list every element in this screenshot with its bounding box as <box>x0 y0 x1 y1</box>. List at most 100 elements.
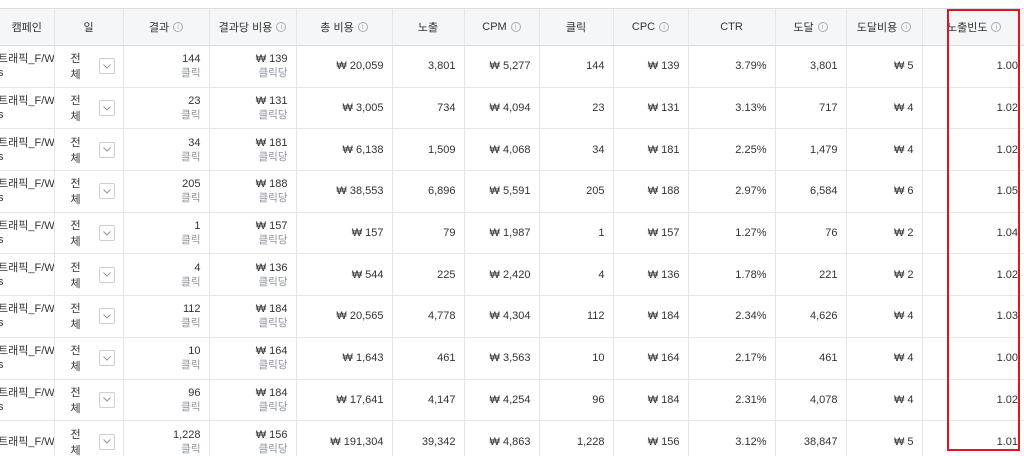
column-header-results[interactable]: 결과 i <box>122 8 209 46</box>
total-cost-value: ₩ 17,641 <box>336 393 384 406</box>
day-select[interactable]: 전체 <box>71 426 115 456</box>
chevron-down-icon[interactable] <box>99 58 115 75</box>
campaign-name[interactable]: 트래픽_F/W s <box>0 177 54 205</box>
campaign-cell[interactable]: 트래픽_F/W s <box>0 170 54 213</box>
column-header-reach[interactable]: 도달 i <box>774 8 846 46</box>
campaign-cell[interactable]: 트래픽_F/W s <box>0 87 54 130</box>
campaign-name[interactable]: 트래픽_F/W s <box>0 94 54 122</box>
cpm-value: ₩ 5,277 <box>489 60 531 73</box>
chevron-down-icon[interactable] <box>99 266 115 283</box>
table-row[interactable]: 트래픽_F/W s 전체 205 클릭 ₩ 188 클릭당 ₩ 38,553 6,896 ₩ 5,… <box>0 170 1024 213</box>
table-header: 캠페인 일 결과 i 결과당 비용 i 총 비용 i 노출 CPM i 클릭 CPC i CTR 도달 i 도달비… <box>0 8 1024 46</box>
chevron-down-icon[interactable] <box>99 391 115 408</box>
table-row[interactable]: 트래픽_F/W s 전체 10 클릭 ₩ 164 클릭당 ₩ 1,643 461 ₩ 3,563 1… <box>0 337 1024 380</box>
chevron-down-icon[interactable] <box>99 350 115 367</box>
campaign-name[interactable]: 트래픽_F/W s <box>0 219 54 247</box>
day-select[interactable]: 전체 <box>71 342 115 374</box>
column-header-label: 일 <box>83 22 94 34</box>
campaign-cell[interactable]: 트래픽_F/W s <box>0 379 54 422</box>
cost-per-result-cell: ₩ 131 클릭당 <box>208 87 296 130</box>
campaign-name[interactable]: 트래픽_F/W s <box>0 52 54 80</box>
table-row[interactable]: 트래픽_F/W s 전체 4 클릭 ₩ 136 클릭당 ₩ 544 225 ₩ 2,420 4 ₩ 1… <box>0 253 1024 297</box>
results-cell: 112 클릭 <box>122 295 209 338</box>
ctr-cell: 3.13% <box>687 87 775 130</box>
campaign-name[interactable]: 트래픽_F/W s <box>0 302 54 330</box>
column-header-label: 결과당 비용 <box>218 22 273 34</box>
campaign-cell[interactable]: 트래픽_F/W s <box>0 128 54 172</box>
column-header-day[interactable]: 일 <box>53 8 123 46</box>
campaign-name[interactable]: 트래픽_F/W s <box>0 136 54 164</box>
campaign-name[interactable]: 트래픽_F/W s <box>0 344 54 372</box>
frequency-cell: 1.02 <box>921 128 1024 172</box>
column-header-label: 결과 <box>148 22 170 34</box>
column-header-clicks[interactable]: 클릭 <box>538 8 613 46</box>
info-icon[interactable]: i <box>901 22 912 32</box>
column-header-impressions[interactable]: 노출 <box>391 8 464 46</box>
day-select[interactable]: 전체 <box>71 384 115 416</box>
results-unit: 클릭 <box>181 359 201 372</box>
campaign-cell[interactable]: 트래픽_F/W s <box>0 337 54 380</box>
column-header-campaign[interactable]: 캠페인 <box>0 8 54 46</box>
day-select[interactable]: 전체 <box>71 175 115 207</box>
day-select-value: 전체 <box>70 428 81 456</box>
campaign-name[interactable]: 트래픽_F/W s <box>0 261 54 289</box>
cost-per-result-value: ₩ 136 <box>255 261 288 274</box>
table-row[interactable]: 트래픽_F/W s 전체 34 클릭 ₩ 181 클릭당 ₩ 6,138 1,509 ₩ 4,06… <box>0 128 1024 172</box>
info-icon[interactable]: i <box>659 22 670 32</box>
info-icon[interactable]: i <box>991 22 1002 32</box>
cpc-value: ₩ 184 <box>647 393 680 406</box>
column-header-ctr[interactable]: CTR <box>687 8 775 46</box>
day-select[interactable]: 전체 <box>71 259 115 291</box>
info-icon[interactable]: i <box>510 22 521 32</box>
chevron-down-icon[interactable] <box>99 308 115 325</box>
day-cell: 전체 <box>53 128 123 172</box>
table-row[interactable]: 트래픽_F/W 전체 1,228 클릭 ₩ 156 클릭당 ₩ 191,304 39,342 ₩… <box>0 420 1024 456</box>
table-row[interactable]: 트래픽_F/W s 전체 1 클릭 ₩ 157 클릭당 ₩ 157 79 ₩ 1,987 1 ₩ 15… <box>0 212 1024 255</box>
chevron-down-icon[interactable] <box>99 100 115 117</box>
cpc-value: ₩ 136 <box>647 268 680 281</box>
day-select[interactable]: 전체 <box>71 217 115 249</box>
table-row[interactable]: 트래픽_F/W s 전체 96 클릭 ₩ 184 클릭당 ₩ 17,641 4,147 ₩ 4,2… <box>0 379 1024 422</box>
campaign-name-text: 트래픽_F/W <box>0 53 54 66</box>
campaign-cell[interactable]: 트래픽_F/W s <box>0 253 54 297</box>
chevron-down-icon[interactable] <box>99 183 115 200</box>
table-row[interactable]: 트래픽_F/W s 전체 144 클릭 ₩ 139 클릭당 ₩ 20,059 3,801 ₩ 5,… <box>0 45 1024 88</box>
campaign-name[interactable]: 트래픽_F/W <box>0 435 54 449</box>
column-header-cpc[interactable]: CPC i <box>612 8 688 46</box>
campaign-name[interactable]: 트래픽_F/W s <box>0 386 54 414</box>
column-header-total-cost[interactable]: 총 비용 i <box>295 8 392 46</box>
results-unit: 클릭 <box>181 442 201 455</box>
cost-per-result-value: ₩ 181 <box>255 136 288 149</box>
cpm-cell: ₩ 4,254 <box>463 379 539 422</box>
day-select[interactable]: 전체 <box>71 50 115 82</box>
info-icon[interactable]: i <box>173 22 184 32</box>
column-header-frequency[interactable]: 노출빈도 i <box>921 8 1024 46</box>
total-cost-value: ₩ 191,304 <box>330 435 384 448</box>
campaign-cell[interactable]: 트래픽_F/W <box>0 420 54 456</box>
campaign-cell[interactable]: 트래픽_F/W s <box>0 45 54 88</box>
cost-per-result-value: ₩ 184 <box>255 303 288 316</box>
column-header-reach-cost[interactable]: 도달비용 i <box>845 8 922 46</box>
column-header-cost-per-result[interactable]: 결과당 비용 i <box>208 8 296 46</box>
chevron-down-icon[interactable] <box>99 225 115 242</box>
table-row[interactable]: 트래픽_F/W s 전체 112 클릭 ₩ 184 클릭당 ₩ 20,565 4,778 ₩ 4,… <box>0 295 1024 338</box>
cpc-cell: ₩ 184 <box>612 379 688 422</box>
total-cost-cell: ₩ 6,138 <box>295 128 392 172</box>
chevron-down-icon[interactable] <box>99 141 115 158</box>
day-select[interactable]: 전체 <box>71 134 115 166</box>
table-row[interactable]: 트래픽_F/W s 전체 23 클릭 ₩ 131 클릭당 ₩ 3,005 734 ₩ 4,094 2… <box>0 87 1024 130</box>
info-icon[interactable]: i <box>817 22 828 32</box>
info-icon[interactable]: i <box>357 22 368 32</box>
column-header-label: 도달 <box>793 22 814 34</box>
chevron-down-icon[interactable] <box>99 433 115 450</box>
day-select[interactable]: 전체 <box>71 92 115 124</box>
column-header-cpm[interactable]: CPM i <box>463 8 539 46</box>
campaign-cell[interactable]: 트래픽_F/W s <box>0 295 54 338</box>
cost-per-result-cell: ₩ 139 클릭당 <box>208 45 296 88</box>
reach-value: 4,626 <box>809 310 838 323</box>
clicks-cell: 205 <box>538 170 613 213</box>
campaign-cell[interactable]: 트래픽_F/W s <box>0 212 54 255</box>
day-select[interactable]: 전체 <box>71 300 115 332</box>
clicks-cell: 34 <box>538 128 613 172</box>
info-icon[interactable]: i <box>276 22 287 32</box>
